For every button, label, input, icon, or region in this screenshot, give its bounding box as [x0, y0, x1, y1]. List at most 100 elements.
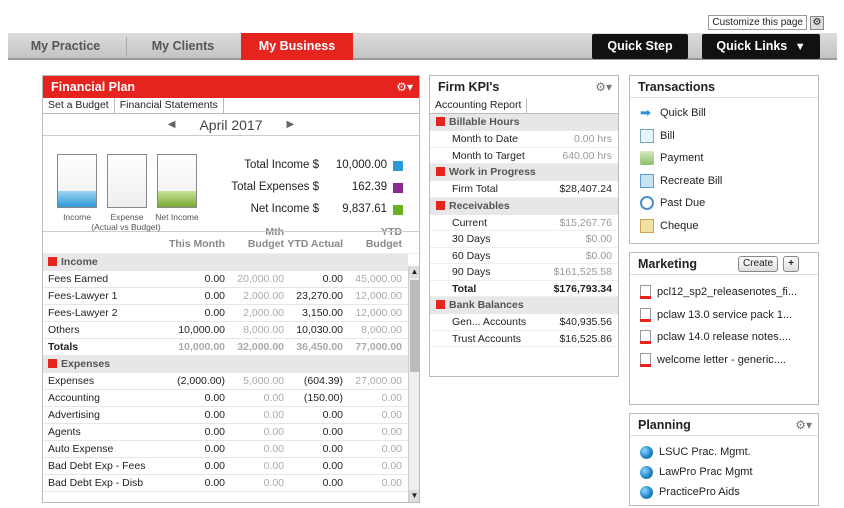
planning-link-lsuc[interactable]: LSUC Prac. Mgmt. [630, 442, 818, 462]
kpi-row[interactable]: Trust Accounts $16,525.86 [430, 331, 618, 347]
gear-icon[interactable]: ⚙▾ [595, 76, 612, 98]
link-quick-bill[interactable]: ➡ Quick Bill [630, 102, 818, 125]
link-cheque[interactable]: Cheque [630, 215, 818, 238]
link-label: Bill [660, 129, 675, 142]
kpi-row[interactable]: Firm Total $28,407.24 [430, 181, 618, 198]
pdf-document-icon [640, 330, 651, 345]
kpi-value: 640.00 hrs [562, 149, 612, 162]
table-row[interactable]: Expenses (2,000.00) 5,000.00 (604.39) 27,000… [43, 373, 408, 390]
tab-my-practice[interactable]: My Practice [8, 33, 123, 60]
jar-caption-sub: (Actual vs Budget) [91, 222, 161, 232]
tab-accounting-report[interactable]: Accounting Report [430, 98, 528, 113]
table-row[interactable]: Bad Debt Exp - Disb 0.00 0.00 0.00 0.00 [43, 475, 408, 492]
kpi-row[interactable]: 90 Days $161,525.58 [430, 264, 618, 281]
kpi-label: Month to Target [452, 149, 525, 162]
cheque-icon [640, 218, 654, 233]
collapse-icon[interactable] [48, 359, 57, 368]
total-income-label: Total Income $ [244, 159, 319, 171]
income-detail-icon[interactable] [393, 161, 403, 171]
marketing-doc-2[interactable]: pclaw 13.0 service pack 1... [630, 304, 818, 327]
link-bill[interactable]: Bill [630, 125, 818, 148]
table-row[interactable]: Auto Expense 0.00 0.00 0.00 0.00 [43, 441, 408, 458]
planning-panel: Planning ⚙▾ LSUC Prac. Mgmt. LawPro Prac… [629, 413, 819, 506]
panel-title: Financial Plan [51, 80, 136, 94]
row-value: 10,000.00 [178, 341, 225, 353]
quick-links-button[interactable]: Quick Links ▼ [702, 34, 820, 59]
scroll-up-icon[interactable]: ▲ [409, 266, 419, 278]
link-recreate-bill[interactable]: Recreate Bill [630, 170, 818, 193]
total-expenses-value: 162.39 [351, 181, 387, 193]
add-icon[interactable]: + [783, 256, 799, 272]
collapse-icon[interactable] [436, 117, 445, 126]
row-value: 0.00 [322, 426, 343, 438]
budget-scrollbar[interactable]: ▲ ▼ [408, 266, 419, 502]
tab-my-clients[interactable]: My Clients [128, 33, 238, 60]
kpi-label: 30 Days [452, 233, 491, 245]
table-row[interactable]: Fees-Lawyer 1 0.00 2,000.00 23,270.00 12,000… [43, 288, 408, 305]
kpi-row[interactable]: Month to Date 0.00 hrs [430, 131, 618, 148]
collapse-icon[interactable] [436, 200, 445, 210]
kpi-section-header[interactable]: Receivables [430, 197, 618, 215]
kpi-row[interactable]: Current $15,267.76 [430, 215, 618, 231]
row-label: Auto Expense [48, 443, 114, 455]
income-section-header[interactable]: Income [43, 254, 408, 271]
row-label: Accounting [48, 392, 100, 404]
gear-icon[interactable]: ⚙▾ [795, 414, 812, 436]
gear-icon[interactable]: ⚙▾ [396, 76, 413, 98]
table-row[interactable]: Bad Debt Exp - Fees 0.00 0.00 0.00 0.00 [43, 458, 408, 475]
tab-financial-statements[interactable]: Financial Statements [114, 98, 224, 113]
planning-link-lawpro[interactable]: LawPro Prac Mgmt [630, 462, 818, 482]
kpi-row[interactable]: Gen... Accounts $40,935.56 [430, 314, 618, 331]
link-payment[interactable]: Payment [630, 147, 818, 170]
link-label: Payment [660, 152, 704, 165]
marketing-doc-3[interactable]: pclaw 14.0 release notes.... [630, 326, 818, 349]
row-value: 2,000.00 [243, 290, 284, 302]
customize-page[interactable]: Customize this page ⚙ [708, 15, 824, 30]
kpi-section-header[interactable]: Billable Hours [430, 114, 618, 131]
tab-set-a-budget[interactable]: Set a Budget [43, 98, 115, 113]
link-label: Quick Bill [660, 107, 706, 120]
tab-my-business[interactable]: My Business [241, 33, 353, 60]
income-section-label: Income [61, 256, 98, 268]
marketing-doc-1[interactable]: pcl12_sp2_releasenotes_fi... [630, 281, 818, 304]
planning-link-practicepro[interactable]: PracticePro Aids [630, 482, 818, 502]
row-value: 0.00 [204, 409, 225, 421]
scroll-down-icon[interactable]: ▼ [409, 490, 419, 502]
row-value: 0.00 [263, 409, 284, 421]
quick-step-button[interactable]: Quick Step [592, 34, 688, 59]
row-value: 0.00 [204, 392, 225, 404]
table-row[interactable]: Fees Earned 0.00 20,000.00 0.00 45,000.00 [43, 271, 408, 288]
planning-list: LSUC Prac. Mgmt. LawPro Prac Mgmt Practi… [630, 436, 818, 502]
table-row[interactable]: Advertising 0.00 0.00 0.00 0.00 [43, 407, 408, 424]
table-row[interactable]: Fees-Lawyer 2 0.00 2,000.00 3,150.00 12,000.… [43, 305, 408, 322]
kpi-row[interactable]: 60 Days $0.00 [430, 248, 618, 264]
table-row[interactable]: Agents 0.00 0.00 0.00 0.00 [43, 424, 408, 441]
prev-month-icon[interactable]: ◀ [168, 119, 176, 130]
marketing-doc-4[interactable]: welcome letter - generic.... [630, 349, 818, 372]
kpi-section-header[interactable]: Work in Progress [430, 164, 618, 181]
row-value: (2,000.00) [177, 375, 225, 387]
kpi-row[interactable]: Month to Target 640.00 hrs [430, 148, 618, 164]
link-past-due[interactable]: Past Due [630, 192, 818, 215]
kpi-section-header[interactable]: Bank Balances [430, 297, 618, 314]
table-row[interactable]: Accounting 0.00 0.00 (150.00) 0.00 [43, 390, 408, 407]
table-row[interactable]: Others 10,000.00 8,000.00 10,030.00 8,000.00 [43, 322, 408, 339]
row-value: 0.00 [204, 460, 225, 472]
net-income-detail-icon[interactable] [393, 205, 403, 215]
collapse-icon[interactable] [48, 257, 57, 266]
kpi-row[interactable]: 30 Days $0.00 [430, 231, 618, 248]
collapse-icon[interactable] [436, 167, 445, 176]
kpi-row[interactable]: Total $176,793.34 [430, 281, 618, 297]
customize-label[interactable]: Customize this page [708, 15, 807, 30]
create-button[interactable]: Create [738, 256, 778, 272]
expenses-detail-icon[interactable] [393, 183, 403, 193]
next-month-icon[interactable]: ▶ [287, 119, 295, 130]
expenses-section-header[interactable]: Expenses [43, 356, 408, 373]
collapse-icon[interactable] [436, 300, 445, 309]
table-row[interactable]: Totals 10,000.00 32,000.00 36,450.00 77,000.… [43, 339, 408, 356]
row-value: 32,000.00 [237, 341, 284, 353]
link-label: Recreate Bill [660, 174, 723, 187]
gear-icon[interactable]: ⚙ [810, 15, 824, 30]
scroll-thumb[interactable] [410, 280, 419, 372]
row-value: 0.00 [263, 426, 284, 438]
